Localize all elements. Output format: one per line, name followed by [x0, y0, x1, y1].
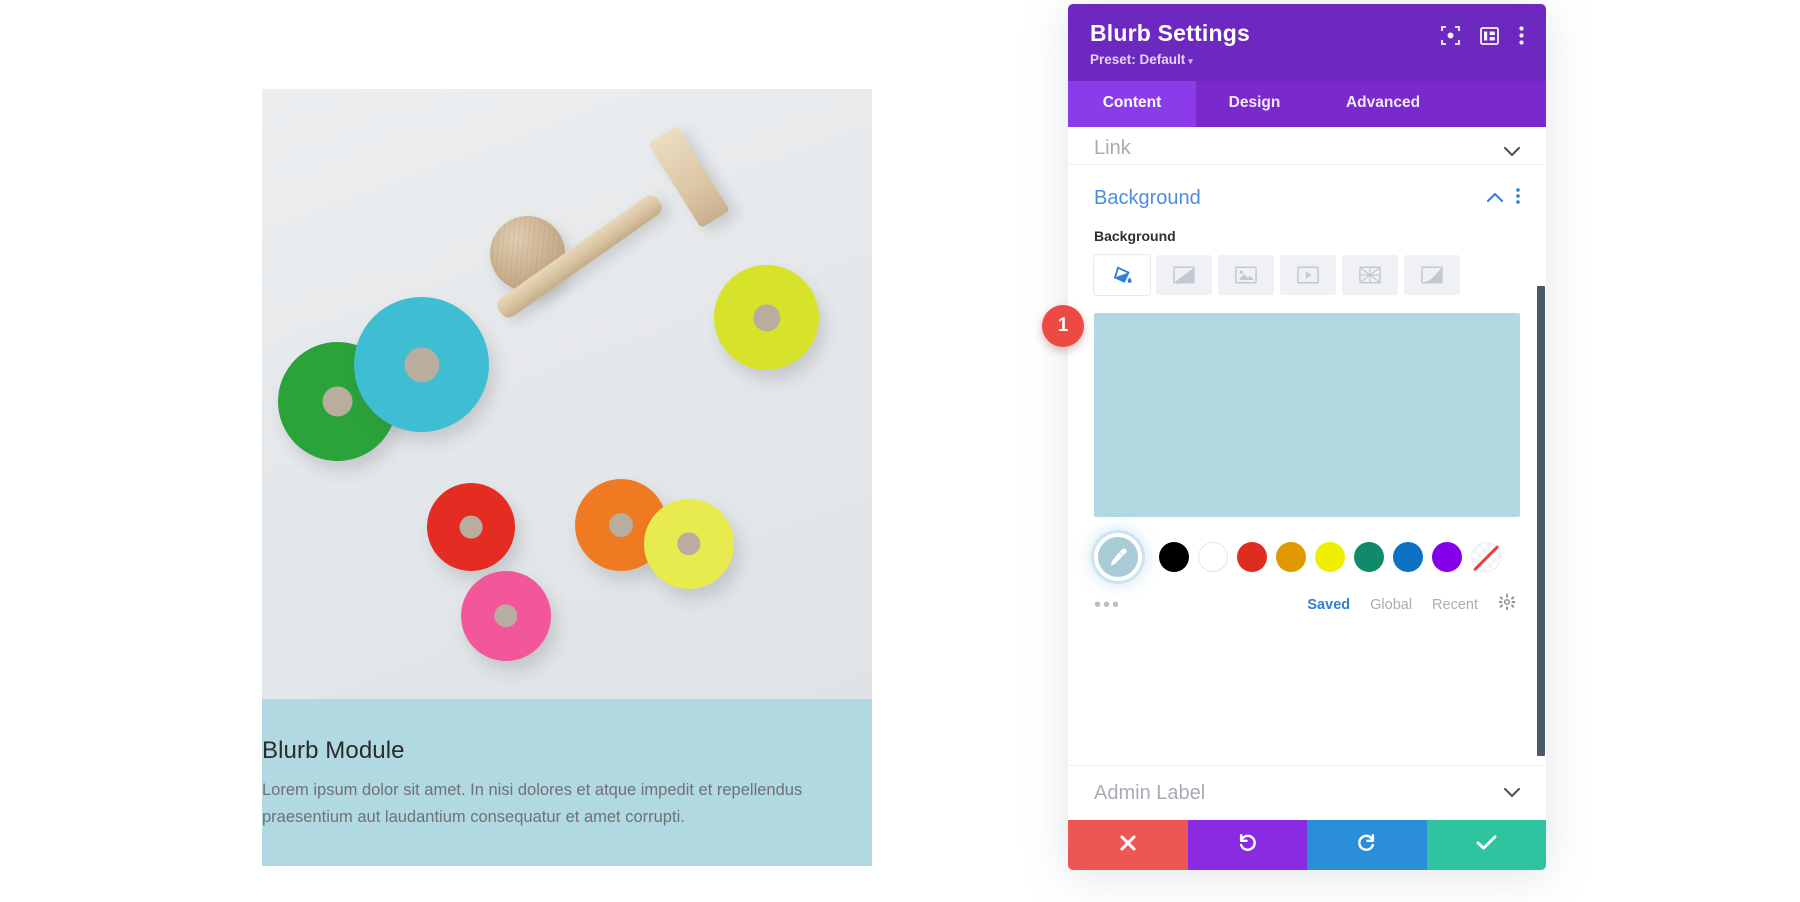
- blurb-settings-panel: Blurb Settings Preset: Default ▾ Content…: [1068, 4, 1546, 870]
- swatch-transparent[interactable]: [1471, 542, 1501, 572]
- swatch-white[interactable]: [1198, 542, 1228, 572]
- blurb-text-area: Blurb Module Lorem ipsum dolor sit amet.…: [262, 699, 872, 867]
- swatch-black[interactable]: [1159, 542, 1189, 572]
- background-gradient-icon[interactable]: [1156, 255, 1212, 295]
- panel-title: Blurb Settings: [1090, 20, 1250, 46]
- check-icon: [1476, 834, 1497, 856]
- palette-tab-global[interactable]: Global: [1370, 597, 1412, 613]
- chevron-down-icon: [1504, 786, 1520, 801]
- toy-ring-red: [427, 483, 515, 571]
- section-admin-label[interactable]: Admin Label: [1068, 765, 1546, 820]
- selected-color-preview[interactable]: [1094, 313, 1520, 517]
- gear-icon[interactable]: [1498, 593, 1516, 616]
- eyedropper-icon[interactable]: [1094, 533, 1142, 581]
- toy-ring-yellow-large: [714, 265, 819, 370]
- preset-selector[interactable]: Preset: Default ▾: [1090, 52, 1250, 67]
- toy-ring-pink: [461, 571, 551, 661]
- palette-footer: ••• Saved Global Recent: [1094, 593, 1520, 616]
- background-color-icon[interactable]: [1094, 255, 1150, 295]
- redo-icon: [1356, 832, 1377, 858]
- swatch-purple[interactable]: [1432, 542, 1462, 572]
- redo-button[interactable]: [1307, 820, 1427, 870]
- toy-ring-teal: [354, 297, 489, 432]
- background-mask-icon[interactable]: [1404, 255, 1460, 295]
- undo-button[interactable]: [1187, 820, 1307, 870]
- chevron-down-icon: [1504, 145, 1520, 160]
- blurb-module-image: [262, 89, 872, 699]
- swatch-red[interactable]: [1237, 542, 1267, 572]
- layout-columns-icon[interactable]: [1480, 26, 1499, 45]
- section-background-label: Background: [1094, 187, 1201, 209]
- color-swatch-row: [1094, 533, 1520, 581]
- panel-action-bar: [1068, 820, 1546, 870]
- background-video-icon[interactable]: [1280, 255, 1336, 295]
- section-link[interactable]: Link: [1068, 127, 1546, 165]
- swatch-blue[interactable]: [1393, 542, 1423, 572]
- swatch-orange[interactable]: [1276, 542, 1306, 572]
- vertical-dots-menu-icon[interactable]: [1519, 26, 1524, 45]
- palette-tab-recent[interactable]: Recent: [1432, 597, 1478, 613]
- panel-tabs: Content Design Advanced: [1068, 81, 1546, 127]
- save-button[interactable]: [1426, 820, 1546, 870]
- panel-scrollbar-thumb[interactable]: [1537, 286, 1545, 756]
- preset-label: Preset: Default: [1090, 52, 1186, 67]
- section-options-menu-icon[interactable]: [1516, 188, 1520, 209]
- background-field-label: Background: [1094, 228, 1176, 244]
- cancel-button[interactable]: [1068, 820, 1188, 870]
- section-admin-label-text: Admin Label: [1094, 781, 1206, 804]
- swatch-yellow[interactable]: [1315, 542, 1345, 572]
- preset-caret-icon: ▾: [1188, 56, 1193, 66]
- blurb-module-preview[interactable]: Blurb Module Lorem ipsum dolor sit amet.…: [262, 89, 872, 867]
- palette-tab-saved[interactable]: Saved: [1307, 597, 1350, 613]
- annotation-badge-1: 1: [1042, 305, 1084, 347]
- undo-icon: [1237, 832, 1258, 858]
- more-swatches-icon[interactable]: •••: [1094, 595, 1121, 615]
- section-link-label: Link: [1094, 137, 1131, 159]
- background-image-icon[interactable]: [1218, 255, 1274, 295]
- tab-content[interactable]: Content: [1068, 81, 1196, 127]
- tab-advanced[interactable]: Advanced: [1313, 81, 1453, 127]
- screenshot-stage: Blurb Module Lorem ipsum dolor sit amet.…: [0, 0, 1800, 902]
- toy-ring-yellow-small: [644, 499, 734, 589]
- blurb-body-text: Lorem ipsum dolor sit amet. In nisi dolo…: [262, 781, 803, 826]
- background-type-selector: [1094, 255, 1520, 295]
- panel-scrollbar-track[interactable]: [1537, 127, 1546, 820]
- close-icon: [1119, 834, 1137, 857]
- background-pattern-icon[interactable]: [1342, 255, 1398, 295]
- chevron-up-icon[interactable]: [1487, 190, 1503, 208]
- toy-hammer-head: [648, 125, 730, 229]
- blurb-title: Blurb Module: [262, 737, 405, 764]
- focus-target-icon[interactable]: [1441, 26, 1460, 45]
- swatch-green[interactable]: [1354, 542, 1384, 572]
- section-background: Background Background ••• Saved Global R…: [1068, 165, 1546, 616]
- panel-body: Link Background Background ••• Saved Glo…: [1068, 127, 1546, 820]
- panel-header: Blurb Settings Preset: Default ▾: [1068, 4, 1546, 81]
- tab-design[interactable]: Design: [1196, 81, 1313, 127]
